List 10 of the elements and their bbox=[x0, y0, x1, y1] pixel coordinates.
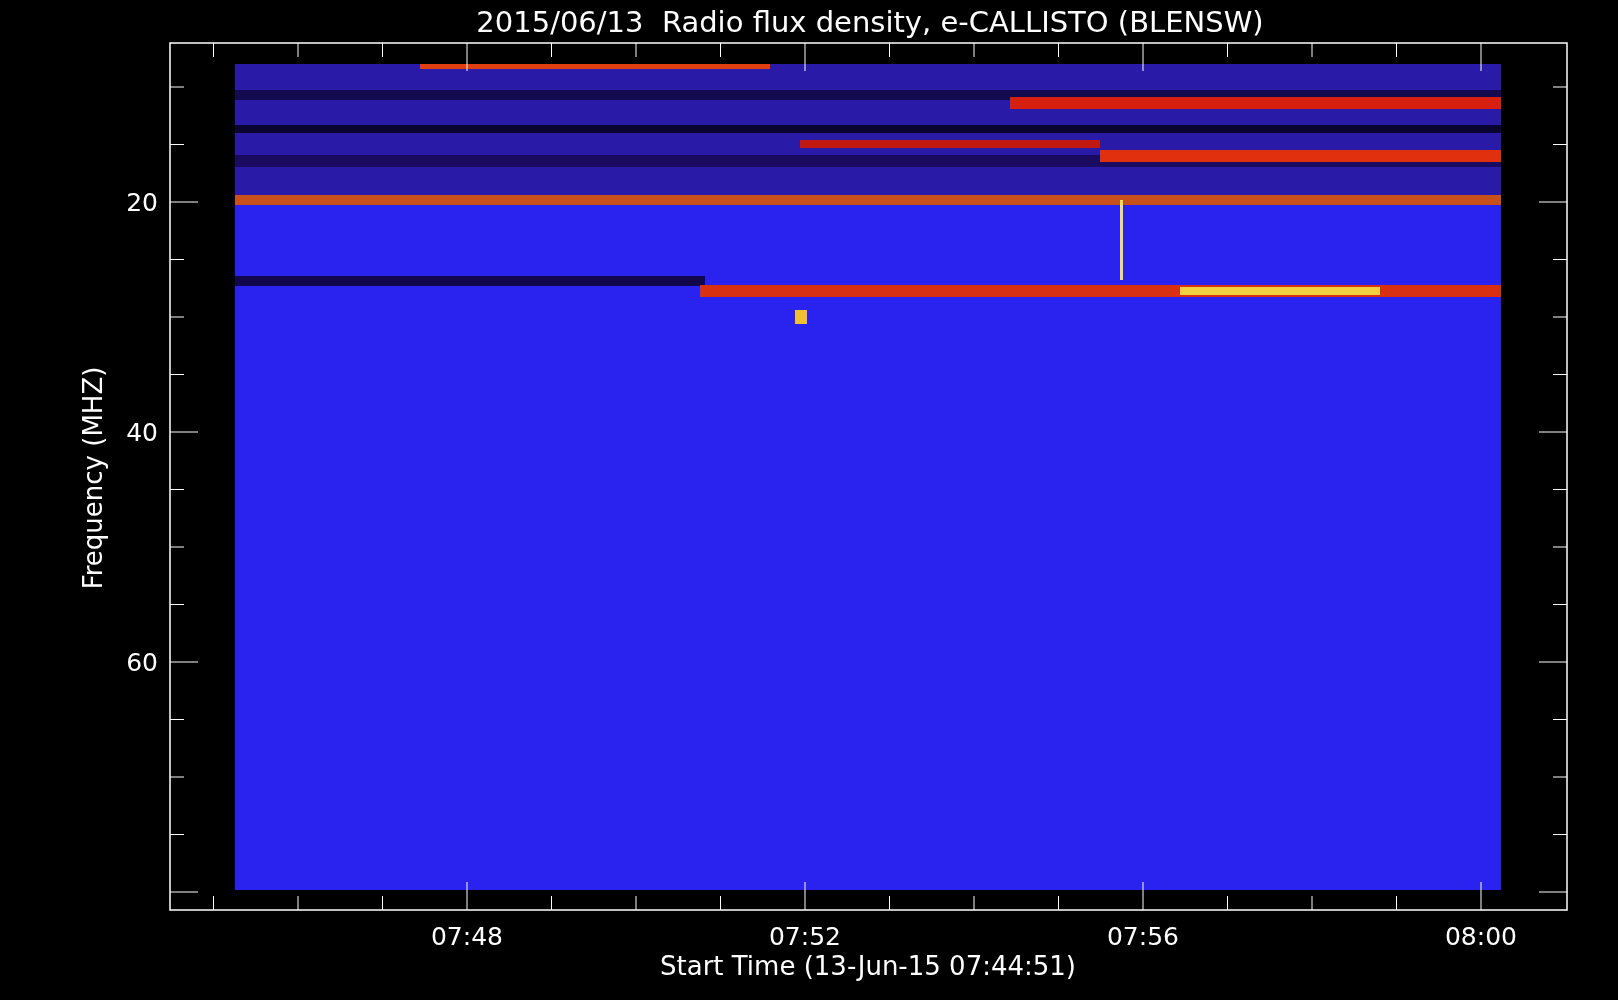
tick-label: 40 bbox=[126, 418, 158, 447]
tick-label: 20 bbox=[126, 188, 158, 217]
tick-label: 07:48 bbox=[431, 922, 503, 951]
tick-label: 07:56 bbox=[1107, 922, 1179, 951]
axis-label: Start Time (13-Jun-15 07:44:51) bbox=[660, 951, 1076, 981]
tick-label: 60 bbox=[126, 648, 158, 677]
axis-label: Frequency (MHZ) bbox=[78, 366, 108, 590]
chart-title: 2015/06/13 Radio flux density, e-CALLISTO (BLENSW) bbox=[476, 5, 1264, 39]
tick-label: 07:52 bbox=[769, 922, 841, 951]
tick-label: 08:00 bbox=[1445, 922, 1517, 951]
